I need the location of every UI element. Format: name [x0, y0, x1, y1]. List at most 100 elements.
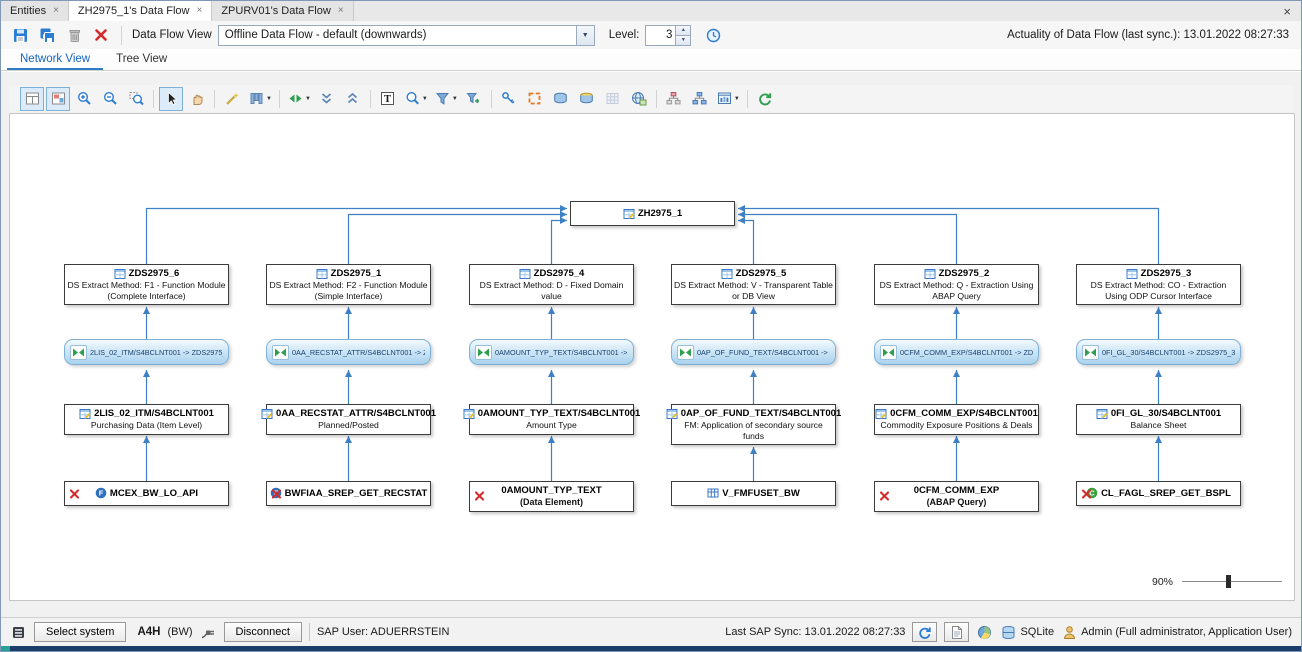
log-button[interactable]	[944, 622, 969, 642]
tab-tree-view[interactable]: Tree View	[103, 49, 180, 70]
globe-icon[interactable]	[976, 624, 993, 641]
tab-zpurv01-data-flow[interactable]: ZPURV01's Data Flow ×	[212, 1, 353, 21]
actuality-clock-button[interactable]	[701, 24, 726, 47]
infoprovider-icon	[623, 208, 635, 220]
zoom-control: 90%	[1152, 575, 1282, 588]
zoom-select-icon[interactable]: ▼	[402, 87, 430, 111]
remove-icon[interactable]	[89, 24, 114, 47]
tab-network-view[interactable]: Network View	[7, 49, 103, 70]
tab-close-icon[interactable]: ×	[338, 6, 344, 16]
datasource-icon	[519, 268, 531, 280]
root-node[interactable]: ZH2975_1	[570, 201, 735, 226]
keys-icon[interactable]	[497, 87, 521, 111]
grid-toggle-icon[interactable]	[601, 87, 625, 111]
main-toolbar: Data Flow View Offline Data Flow - defau…	[1, 21, 1301, 50]
sync-refresh-button[interactable]	[912, 622, 937, 642]
sap-user-text: SAP User: ADUERRSTEIN	[317, 626, 449, 638]
transformation-node[interactable]: 2LIS_02_ITM/S4BCLNT001 -> ZDS2975_6	[64, 339, 229, 365]
zoom-in-icon[interactable]	[72, 87, 96, 111]
transformation-node[interactable]: 0AA_RECSTAT_ATTR/S4BCLNT001 -> ZDS2975_1	[266, 339, 431, 365]
expand-all-icon[interactable]	[341, 87, 365, 111]
zoom-slider[interactable]	[1182, 575, 1282, 588]
level-label: Level:	[609, 29, 640, 41]
error-icon	[474, 491, 485, 502]
zoom-label: 90%	[1152, 576, 1173, 588]
layers-blue-icon[interactable]	[549, 87, 573, 111]
text-tool-icon[interactable]: T	[376, 87, 400, 111]
transformation-node[interactable]: 0AMOUNT_TYP_TEXT/S4BCLNT001 -> ZDS2975_4	[469, 339, 634, 365]
world-icon[interactable]	[627, 87, 651, 111]
collapse-all-icon[interactable]	[315, 87, 339, 111]
filter-icon[interactable]: ▼	[432, 87, 460, 111]
layers-yellow-icon[interactable]	[575, 87, 599, 111]
refresh-icon	[916, 624, 933, 641]
tab-entities[interactable]: Entities ×	[1, 1, 69, 21]
datasource-node[interactable]: 2LIS_02_ITM/S4BCLNT001Purchasing Data (I…	[64, 404, 229, 435]
window-bottom-strip	[1, 646, 1301, 651]
datasource-node[interactable]: 0FI_GL_30/S4BCLNT001Balance Sheet	[1076, 404, 1241, 435]
toolbar-separator	[121, 26, 122, 45]
select-system-button[interactable]: Select system	[34, 622, 126, 642]
source-node[interactable]: 0CFM_COMM_EXP(ABAP Query)	[874, 481, 1039, 512]
select-cursor-icon[interactable]	[159, 87, 183, 111]
transformation-node[interactable]: 0FI_GL_30/S4BCLNT001 -> ZDS2975_3	[1076, 339, 1241, 365]
transformation-icon	[475, 345, 492, 360]
datasource-def-node[interactable]: ZDS2975_5DS Extract Method: V - Transpar…	[671, 264, 836, 305]
datasource-def-node[interactable]: ZDS2975_3DS Extract Method: CO - Extract…	[1076, 264, 1241, 305]
filter-apply-icon[interactable]	[462, 87, 486, 111]
source-node[interactable]: CCL_FAGL_SREP_GET_BSPL	[1076, 481, 1241, 506]
transformation-icon	[677, 345, 694, 360]
disconnect-button[interactable]: Disconnect	[224, 622, 302, 642]
datasource-def-node[interactable]: ZDS2975_4DS Extract Method: D - Fixed Do…	[469, 264, 634, 305]
diagram-canvas[interactable]: 90% ZH2975_1 ZDS2975_6DS Extract Method: …	[9, 113, 1295, 601]
datasource-def-node[interactable]: ZDS2975_6DS Extract Method: F1 - Functio…	[64, 264, 229, 305]
app-window: Entities × ZH2975_1's Data Flow × ZPURV0…	[0, 0, 1302, 652]
hierarchy-red-icon[interactable]	[662, 87, 686, 111]
hierarchy-blue-icon[interactable]	[688, 87, 712, 111]
pan-hand-icon[interactable]	[185, 87, 209, 111]
app-menu-icon[interactable]	[10, 624, 27, 641]
auto-layout-icon[interactable]	[220, 87, 244, 111]
transformation-node[interactable]: 0AP_OF_FUND_TEXT/S4BCLNT001 -> ZDS2975_5	[671, 339, 836, 365]
datasource-def-node[interactable]: ZDS2975_2DS Extract Method: Q - Extracti…	[874, 264, 1039, 305]
source-node[interactable]: 0AMOUNT_TYP_TEXT(Data Element)	[469, 481, 634, 512]
source-node[interactable]: FMCEX_BW_LO_API	[64, 481, 229, 506]
fit-width-icon[interactable]: ▼	[285, 87, 313, 111]
tab-close-icon[interactable]: ×	[53, 6, 59, 16]
data-flow-view-select[interactable]: Offline Data Flow - default (downwards) …	[218, 25, 595, 46]
selection-frame-icon[interactable]	[523, 87, 547, 111]
source-node[interactable]: FBWFIAA_SREP_GET_RECSTAT	[266, 481, 431, 506]
datasource-node[interactable]: 0AMOUNT_TYP_TEXT/S4BCLNT001Amount Type	[469, 404, 634, 435]
birdseye-view-icon[interactable]	[46, 87, 70, 111]
datasource-node[interactable]: 0AP_OF_FUND_TEXT/S4BCLNT001FM: Applicati…	[671, 404, 836, 445]
refresh-icon[interactable]	[753, 87, 777, 111]
svg-text:T: T	[384, 94, 391, 105]
clock-icon	[705, 27, 722, 44]
save-icon[interactable]	[8, 24, 33, 47]
datasource-icon	[79, 408, 91, 420]
zoom-region-icon[interactable]	[124, 87, 148, 111]
error-icon	[69, 488, 80, 499]
db-label: SQLite	[1020, 626, 1054, 638]
close-icon[interactable]: ×	[1273, 4, 1301, 19]
zoom-out-icon[interactable]	[98, 87, 122, 111]
spin-up-icon[interactable]: ▲	[675, 26, 690, 36]
save-all-icon[interactable]	[35, 24, 60, 47]
transformation-node[interactable]: 0CFM_COMM_EXP/S4BCLNT001 -> ZDS2975_2	[874, 339, 1039, 365]
database-icon	[1000, 624, 1017, 641]
spin-down-icon[interactable]: ▼	[675, 36, 690, 45]
chevron-down-icon[interactable]: ▼	[576, 26, 594, 45]
toolbar-separator	[747, 90, 748, 108]
toolbar-separator	[370, 90, 371, 108]
datasource-def-node[interactable]: ZDS2975_1DS Extract Method: F2 - Functio…	[266, 264, 431, 305]
zoom-slider-handle[interactable]	[1226, 575, 1231, 588]
tab-close-icon[interactable]: ×	[196, 6, 202, 16]
chart-view-icon[interactable]: ▼	[714, 87, 742, 111]
source-node[interactable]: V_FMFUSET_BW	[671, 481, 836, 506]
overview-grid-icon[interactable]	[20, 87, 44, 111]
datasource-node[interactable]: 0CFM_COMM_EXP/S4BCLNT001Commodity Exposu…	[874, 404, 1039, 435]
tab-zh2975-1-data-flow[interactable]: ZH2975_1's Data Flow ×	[69, 1, 212, 22]
datasource-node[interactable]: 0AA_RECSTAT_ATTR/S4BCLNT001Planned/Poste…	[266, 404, 431, 435]
layout-options-icon[interactable]: ▼	[246, 87, 274, 111]
level-spinner[interactable]: 3 ▲ ▼	[645, 25, 691, 46]
